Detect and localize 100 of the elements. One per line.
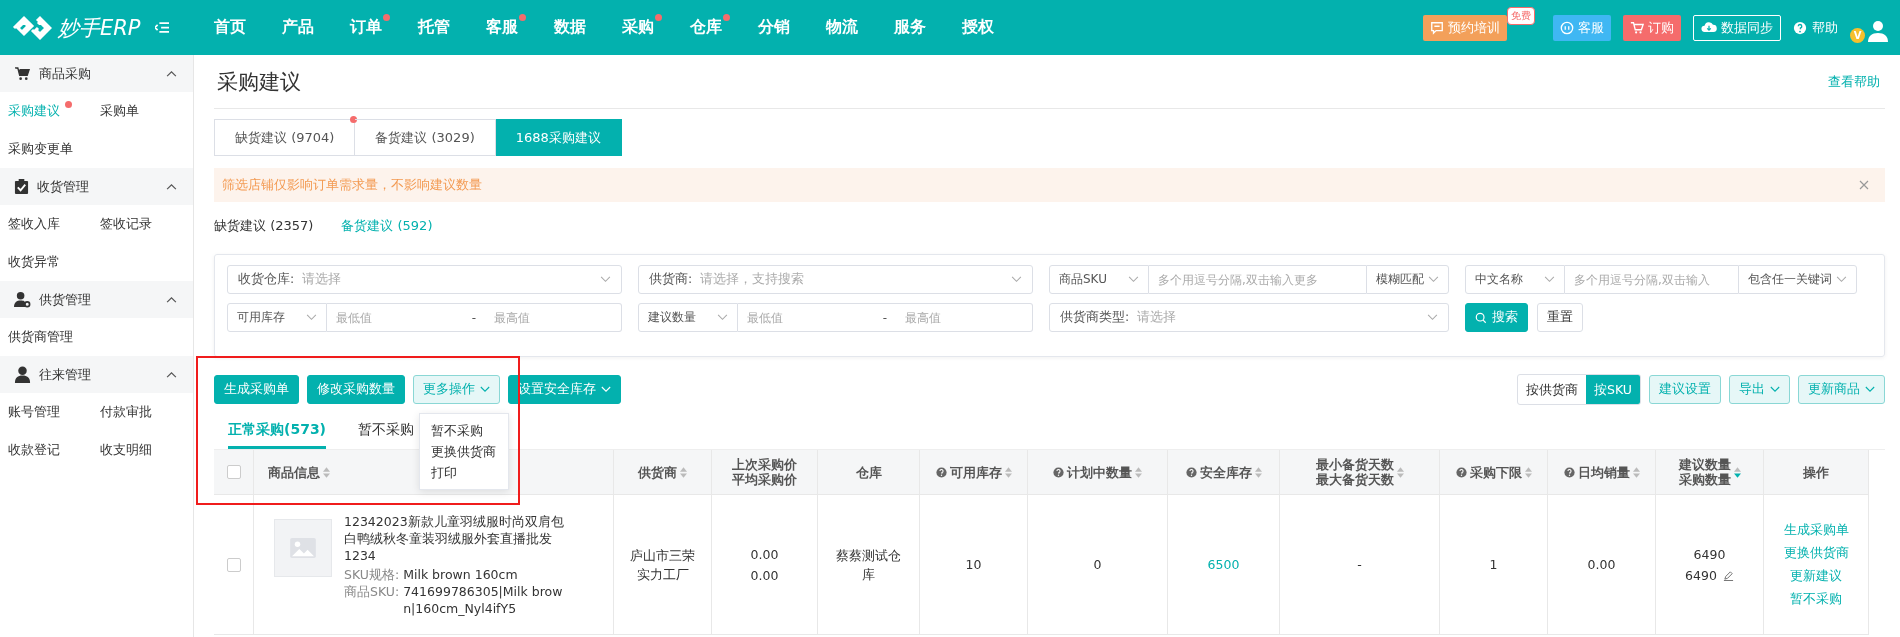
action-link[interactable]: 暂不采购 <box>1790 590 1842 608</box>
select-field[interactable]: 建议数量 <box>638 303 738 332</box>
field-value: Milk brown 160cm <box>403 566 518 583</box>
menu-item[interactable]: 打印 <box>420 462 508 483</box>
sort-icon[interactable] <box>1396 466 1404 478</box>
sidebar-item[interactable]: 供货商管理 <box>8 318 100 356</box>
sort-icon[interactable] <box>1733 466 1741 478</box>
view-toggle[interactable]: 按SKU <box>1586 375 1640 404</box>
sidebar-item[interactable]: 采购建议 <box>8 92 100 130</box>
column-title: 供货商 <box>638 464 677 480</box>
nav-item[interactable]: 客服 <box>468 17 536 38</box>
select-field[interactable]: 中文名称 <box>1465 265 1565 294</box>
sidebar-item[interactable]: 采购变更单 <box>8 130 100 168</box>
tab[interactable]: 1688采购建议 <box>495 119 622 156</box>
sort-icon[interactable] <box>323 466 330 478</box>
input-field[interactable]: 最高值 <box>485 303 622 332</box>
nav-item[interactable]: 授权 <box>944 17 1012 38</box>
sort-icon[interactable] <box>1135 466 1142 478</box>
select-field[interactable]: 供货商类型: 请选择 <box>1049 303 1449 332</box>
menu-item[interactable]: 更换供货商 <box>420 441 508 462</box>
column-title: 平均采购价 <box>732 472 797 487</box>
training-button[interactable]: 预约培训 <box>1423 14 1507 41</box>
sidebar-item[interactable]: 采购单 <box>100 92 192 130</box>
order-button[interactable]: 订购 <box>1623 14 1681 41</box>
action-link[interactable]: 生成采购单 <box>1783 521 1849 539</box>
nav-item[interactable]: 订单 <box>332 17 400 38</box>
reset-button[interactable]: 重置 <box>1537 303 1583 332</box>
nav-item[interactable]: 仓库 <box>672 17 740 38</box>
nav-item[interactable]: 物流 <box>808 17 876 38</box>
sidebar-item[interactable]: 收支明细 <box>100 431 192 469</box>
toolbar-button[interactable]: 更多操作 <box>413 375 500 404</box>
sidebar-group-header[interactable]: 往来管理 <box>0 356 193 393</box>
nav-item[interactable]: 分销 <box>740 17 808 38</box>
input-field[interactable]: 最低值 <box>738 303 874 332</box>
sort-icon[interactable] <box>1254 466 1262 478</box>
toolbar-button[interactable]: 建议设置 <box>1649 375 1721 404</box>
edit-icon[interactable] <box>1722 569 1734 581</box>
nav-item[interactable]: 数据 <box>536 17 604 38</box>
nav-item[interactable]: 产品 <box>264 17 332 38</box>
toolbar-button[interactable]: 更新商品 <box>1798 375 1885 404</box>
toolbar-button[interactable]: 生成采购单 <box>214 375 299 404</box>
sort-icon[interactable] <box>1524 466 1532 478</box>
action-link[interactable]: 更换供货商 <box>1783 544 1849 562</box>
help-link[interactable]: 帮助 <box>1793 18 1838 37</box>
search-button[interactable]: 搜索 <box>1465 303 1528 332</box>
nav-item[interactable]: 采购 <box>604 17 672 38</box>
sidebar-group-header[interactable]: 收货管理 <box>0 168 193 205</box>
help-link[interactable]: 查看帮助 <box>1828 72 1880 91</box>
sidebar-group-header[interactable]: 供货管理 <box>0 281 193 318</box>
caret-icon <box>600 276 611 283</box>
toolbar-button[interactable]: 导出 <box>1729 375 1790 404</box>
input-field[interactable]: 最高值 <box>896 303 1033 332</box>
menu-item[interactable]: 暂不采购 <box>420 420 508 441</box>
close-icon[interactable] <box>1859 180 1869 190</box>
sidebar-item[interactable]: 签收入库 <box>8 205 100 243</box>
sort-icon[interactable] <box>1004 466 1012 478</box>
sidebar-group-header[interactable]: 商品采购 <box>0 55 193 92</box>
select-field[interactable]: 商品SKU <box>1049 265 1149 294</box>
tab[interactable]: 缺货建议 (9704) <box>214 119 356 156</box>
action-link[interactable]: 更新建议 <box>1790 567 1842 585</box>
nav-item[interactable]: 服务 <box>876 17 944 38</box>
sort-icon[interactable] <box>1632 466 1640 478</box>
nav-item[interactable]: 首页 <box>196 17 264 38</box>
avatar-icon[interactable] <box>1866 18 1890 43</box>
input-field[interactable]: 多个用逗号分隔,双击输入更多 <box>1149 265 1366 294</box>
table-cell: 0.00 <box>750 567 779 583</box>
sub-tab[interactable]: 备货建议 (592) <box>341 217 433 235</box>
caret-icon <box>1544 276 1555 283</box>
sub-tab[interactable]: 缺货建议 (2357) <box>214 217 314 235</box>
sidebar-item[interactable]: 账号管理 <box>8 393 100 431</box>
select-field[interactable]: 供货商: 请选择，支持搜索 <box>638 265 1033 294</box>
checkbox[interactable] <box>226 465 241 479</box>
tab[interactable]: 备货建议 (3029) <box>355 119 496 156</box>
logo-text[interactable]: 妙手ERP <box>58 13 141 42</box>
nav-item[interactable]: 托管 <box>400 17 468 38</box>
tab[interactable]: 暂不采购 <box>358 415 415 449</box>
sidebar-item[interactable]: 收款登记 <box>8 431 100 469</box>
sidebar-item[interactable]: 签收记录 <box>100 205 192 243</box>
select-field[interactable]: 可用库存 <box>227 303 327 332</box>
input-field[interactable]: 多个用逗号分隔,双击输入 <box>1565 265 1738 294</box>
select-field[interactable]: 收货仓库: 请选择 <box>227 265 622 294</box>
sort-icon[interactable] <box>680 466 687 478</box>
free-badge: 免费 <box>1507 6 1535 25</box>
menu-icon[interactable] <box>154 22 169 33</box>
input-field[interactable]: 最低值 <box>327 303 463 332</box>
select-field[interactable]: 模糊匹配 <box>1366 265 1449 294</box>
select-field[interactable]: 包含任一关键词 <box>1738 265 1857 294</box>
product-title[interactable]: 12342023新款儿童羽绒服时尚双肩包白鸭绒秋冬童装羽绒服外套直播批发1234 <box>344 513 569 564</box>
table-cell-text: 蔡蔡测试仓库 <box>835 546 902 584</box>
table-cell: 6490 <box>1693 546 1726 562</box>
view-toggle[interactable]: 按供货商 <box>1518 375 1587 404</box>
table-link[interactable]: 6500 <box>1207 557 1240 572</box>
sync-button[interactable]: 数据同步 <box>1693 14 1781 41</box>
sidebar-item[interactable]: 收货异常 <box>8 243 100 281</box>
toolbar-button[interactable]: 设置安全库存 <box>508 375 621 404</box>
search-icon <box>1475 311 1487 324</box>
checkbox[interactable] <box>226 557 241 572</box>
toolbar-button[interactable]: 修改采购数量 <box>307 375 405 404</box>
service-button[interactable]: 客服 <box>1553 14 1611 41</box>
sidebar-item[interactable]: 付款审批 <box>100 393 192 431</box>
